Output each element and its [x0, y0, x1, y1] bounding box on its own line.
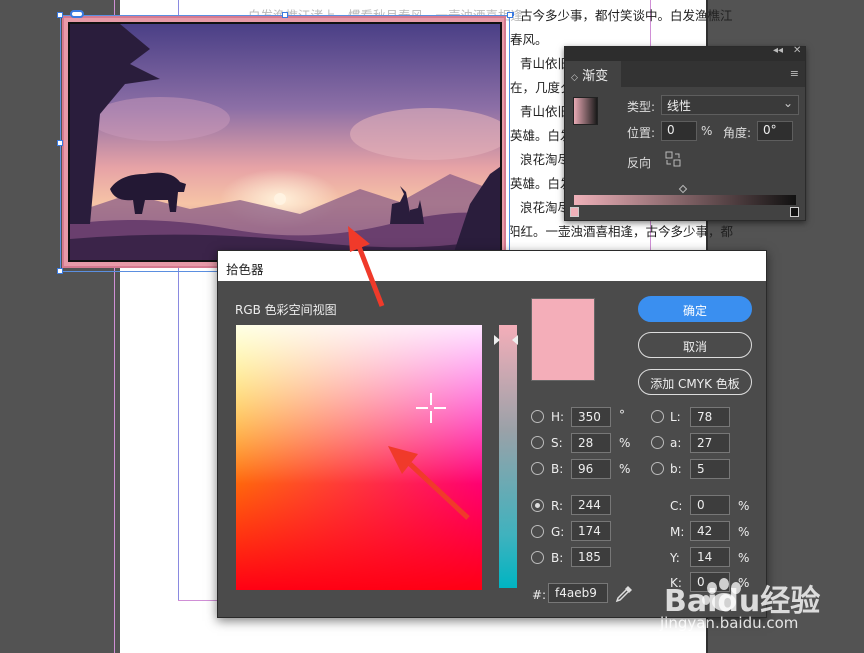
resize-handle-tr[interactable] — [507, 12, 513, 18]
radio-a[interactable] — [651, 436, 664, 449]
radio-l[interactable] — [651, 410, 664, 423]
color-stop-end[interactable] — [790, 207, 799, 217]
y-unit: % — [738, 551, 750, 565]
lab-b-label: b: — [670, 462, 682, 476]
annotation-arrow-image — [348, 226, 385, 307]
m-label: M: — [670, 525, 685, 539]
y-input[interactable]: 14 — [690, 547, 730, 567]
position-input[interactable]: 0 — [661, 121, 697, 141]
lab-b-input[interactable]: 5 — [690, 459, 730, 479]
rgb-b-input[interactable]: 185 — [571, 547, 611, 567]
resize-handle-ml[interactable] — [57, 140, 63, 146]
gradient-panel: ◂◂ ✕ ◇ 渐变 ≡ 类型: 线性 ⌄ 位置: 0 % 角度: 0° 反向 — [564, 45, 806, 221]
hex-input[interactable]: f4aeb9 — [548, 583, 608, 603]
gradient-swatch[interactable] — [573, 97, 598, 125]
radio-s[interactable] — [531, 436, 544, 449]
s-label: S: — [551, 436, 563, 450]
tab-arrow-icon: ◇ — [571, 73, 578, 83]
text-line: 古今多少事，都付笑谈中。白发渔樵江 — [520, 8, 733, 23]
position-unit: % — [701, 124, 713, 138]
angle-input[interactable]: 0° — [757, 121, 793, 141]
color-picker-dialog: 拾色器 RGB 色彩空间视图 确定 取消 添加 CMYK 色板 H: 350 °… — [217, 250, 767, 618]
radio-b[interactable] — [531, 462, 544, 475]
y-label: Y: — [670, 551, 680, 565]
angle-value: 0° — [763, 123, 777, 137]
chevron-down-icon: ⌄ — [782, 96, 793, 110]
type-value: 线性 — [667, 99, 692, 113]
s-input[interactable]: 28 — [571, 433, 611, 453]
h-label: H: — [551, 410, 565, 424]
text-line: 阳红。一壶浊酒喜相逢，古今多少事，都 — [508, 224, 734, 239]
resize-handle-tl[interactable] — [57, 12, 63, 18]
g-input[interactable]: 174 — [571, 521, 611, 541]
panel-tabs: ◇ 渐变 ≡ — [565, 61, 805, 87]
a-input[interactable]: 27 — [690, 433, 730, 453]
panel-menu-icon[interactable]: ≡ — [790, 67, 799, 80]
colorspace-label: RGB 色彩空间视图 — [235, 303, 337, 317]
landscape-illustration — [70, 24, 500, 260]
type-select[interactable]: 线性 ⌄ — [661, 95, 799, 115]
collapse-icon[interactable]: ◂◂ — [773, 45, 783, 56]
m-unit: % — [738, 525, 750, 539]
b-unit: % — [619, 462, 631, 476]
l-label: L: — [670, 410, 681, 424]
radio-rgb-b[interactable] — [531, 551, 544, 564]
eyedropper-icon[interactable] — [614, 584, 634, 604]
l-input[interactable]: 78 — [690, 407, 730, 427]
h-input[interactable]: 350 — [571, 407, 611, 427]
body-text-right: 古今多少事，都付笑谈中。白发渔樵江 — [520, 4, 740, 28]
resize-handle-bl[interactable] — [57, 268, 63, 274]
crosshair-icon[interactable] — [416, 393, 446, 423]
landscape-image[interactable] — [68, 22, 502, 262]
slider-arrow-left-icon[interactable] — [494, 335, 500, 345]
c-unit: % — [738, 499, 750, 513]
add-cmyk-swatch-button[interactable]: 添加 CMYK 色板 — [638, 369, 752, 395]
slider-arrow-right-icon[interactable] — [512, 335, 518, 345]
angle-label: 角度: — [723, 126, 752, 140]
cancel-button[interactable]: 取消 — [638, 332, 752, 358]
radio-h[interactable] — [531, 410, 544, 423]
r-label: R: — [551, 499, 564, 513]
color-stop-start[interactable] — [570, 207, 579, 217]
tab-label: 渐变 — [582, 69, 609, 84]
s-unit: % — [619, 436, 631, 450]
ok-button[interactable]: 确定 — [638, 296, 752, 322]
radio-g[interactable] — [531, 525, 544, 538]
g-label: G: — [551, 525, 565, 539]
h-unit: ° — [619, 408, 625, 422]
watermark-url: jingyan.baidu.com — [660, 614, 799, 632]
reverse-label: 反向 — [627, 156, 652, 170]
tab-gradient[interactable]: ◇ 渐变 — [565, 61, 621, 87]
resize-handle-tc[interactable] — [282, 12, 288, 18]
a-label: a: — [670, 436, 682, 450]
color-preview — [531, 298, 595, 381]
type-label: 类型: — [627, 100, 656, 114]
panel-titlebar: ◂◂ ✕ — [565, 45, 805, 61]
midpoint-diamond[interactable] — [678, 184, 688, 194]
c-input[interactable]: 0 — [690, 495, 730, 515]
watermark: Baidu经验 jingyan.baidu.com — [660, 572, 860, 652]
reverse-icon[interactable] — [665, 151, 681, 167]
link-icon[interactable] — [70, 10, 84, 18]
b-label: B: — [551, 462, 564, 476]
rgb-b-label: B: — [551, 551, 564, 565]
dialog-title: 拾色器 — [218, 251, 766, 281]
color-slider[interactable] — [499, 325, 517, 588]
position-label: 位置: — [627, 126, 656, 140]
radio-r[interactable] — [531, 499, 544, 512]
radio-lab-b[interactable] — [651, 462, 664, 475]
annotation-arrow-field — [388, 446, 470, 520]
position-value: 0 — [667, 123, 675, 137]
close-icon[interactable]: ✕ — [793, 45, 801, 56]
gradient-ramp[interactable] — [574, 195, 796, 205]
body-text-bottom: 阳红。一壶浊酒喜相逢，古今多少事，都 — [508, 220, 734, 244]
hex-label: #: — [532, 588, 547, 602]
c-label: C: — [670, 499, 683, 513]
r-input[interactable]: 244 — [571, 495, 611, 515]
b-input[interactable]: 96 — [571, 459, 611, 479]
m-input[interactable]: 42 — [690, 521, 730, 541]
